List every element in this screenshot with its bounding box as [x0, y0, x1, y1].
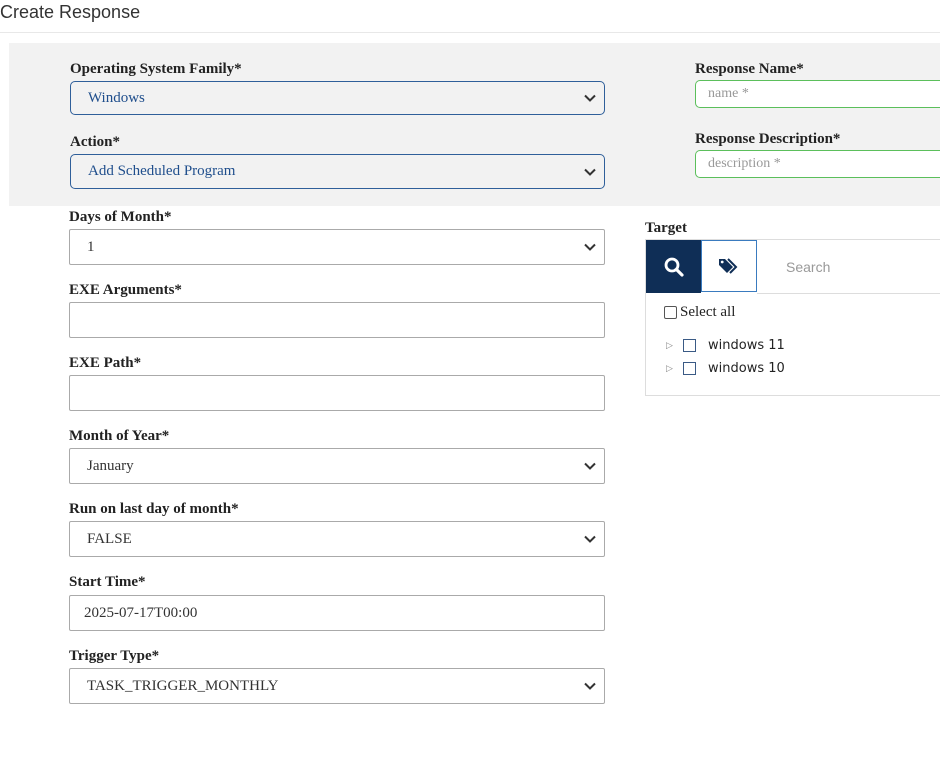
select-all-label: Select all — [680, 304, 736, 320]
action-value: Add Scheduled Program — [88, 163, 236, 179]
title-divider — [0, 32, 940, 33]
tree-item-label: windows 10 — [708, 361, 785, 376]
run-last-day-label: Run on last day of month* — [69, 501, 239, 517]
page-title: Create Response — [0, 2, 141, 22]
run-last-day-select[interactable]: FALSE — [69, 521, 605, 557]
exe-arguments-label: EXE Arguments* — [69, 282, 182, 298]
select-all-option[interactable]: Select all — [664, 304, 735, 321]
month-of-year-label: Month of Year* — [69, 428, 170, 444]
target-panel: Search Select all ▷ windows 11 ▷ windows… — [645, 239, 940, 396]
response-name-placeholder: name * — [708, 86, 749, 101]
select-all-checkbox[interactable] — [664, 306, 677, 319]
search-icon — [664, 257, 684, 277]
os-family-select[interactable]: Windows — [70, 81, 605, 115]
tree-item[interactable]: ▷ windows 11 — [666, 338, 785, 353]
exe-arguments-input[interactable] — [69, 302, 605, 338]
chevron-down-icon — [584, 535, 596, 543]
run-last-day-value: FALSE — [87, 530, 132, 547]
days-of-month-select[interactable]: 1 — [69, 229, 605, 265]
os-family-value: Windows — [88, 89, 145, 106]
exe-path-input[interactable] — [69, 375, 605, 411]
days-of-month-label: Days of Month* — [69, 209, 172, 225]
start-time-input[interactable]: 2025-07-17T00:00 — [69, 595, 605, 631]
chevron-down-icon — [584, 168, 596, 176]
chevron-down-icon — [584, 243, 596, 251]
response-name-input[interactable]: name * — [695, 80, 940, 108]
target-tags-button[interactable] — [701, 240, 757, 292]
chevron-down-icon — [584, 462, 596, 470]
chevron-down-icon — [584, 682, 596, 690]
triangle-right-icon[interactable]: ▷ — [666, 341, 676, 351]
target-search-button[interactable] — [646, 240, 701, 293]
days-of-month-value: 1 — [87, 238, 95, 255]
start-time-label: Start Time* — [69, 574, 146, 590]
response-description-input[interactable]: description * — [695, 150, 940, 178]
target-search-placeholder: Search — [786, 258, 831, 275]
action-select[interactable]: Add Scheduled Program — [70, 154, 605, 189]
target-search-input[interactable]: Search — [757, 240, 940, 294]
tree-item-label: windows 11 — [708, 338, 785, 353]
tree-item-checkbox[interactable] — [683, 339, 696, 352]
tree-item[interactable]: ▷ windows 10 — [666, 361, 785, 376]
response-description-placeholder: description * — [708, 156, 781, 171]
os-family-label: Operating System Family* — [70, 61, 242, 77]
tags-icon — [719, 258, 738, 274]
chevron-down-icon — [584, 94, 596, 102]
trigger-type-select[interactable]: TASK_TRIGGER_MONTHLY — [69, 668, 605, 704]
action-label: Action* — [70, 134, 120, 150]
start-time-value: 2025-07-17T00:00 — [84, 604, 198, 621]
tree-item-checkbox[interactable] — [683, 362, 696, 375]
month-of-year-select[interactable]: January — [69, 448, 605, 484]
trigger-type-label: Trigger Type* — [69, 648, 160, 664]
response-description-label: Response Description* — [695, 131, 841, 147]
target-label: Target — [645, 220, 687, 236]
triangle-right-icon[interactable]: ▷ — [666, 364, 676, 374]
response-name-label: Response Name* — [695, 61, 804, 77]
exe-path-label: EXE Path* — [69, 355, 142, 371]
month-of-year-value: January — [87, 457, 134, 474]
trigger-type-value: TASK_TRIGGER_MONTHLY — [87, 677, 279, 694]
